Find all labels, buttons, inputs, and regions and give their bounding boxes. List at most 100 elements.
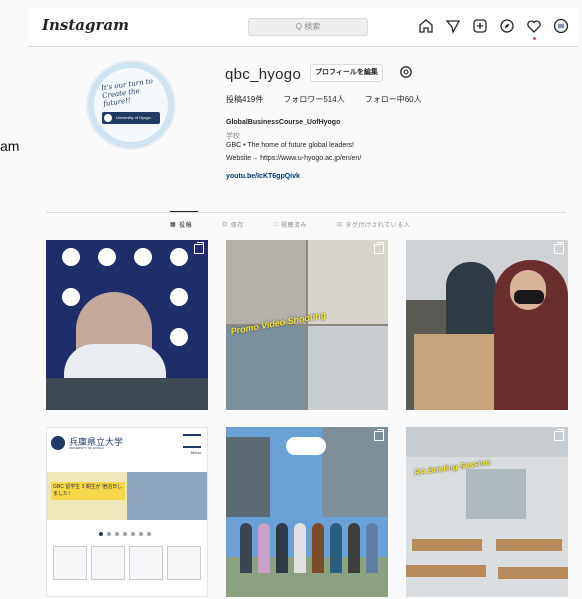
carousel-dot [123,532,127,536]
university-seal-icon [168,286,190,308]
quick-link-tile [53,546,87,580]
post-tile-ra-briefing[interactable]: RA Briefing Session [406,427,568,597]
post-tile-students[interactable] [406,240,568,410]
face-mask [514,290,544,304]
multiple-images-icon [374,429,384,441]
tab-tagged[interactable]: ⊡ タグ付けされている人 [337,220,410,229]
profile-stats: 投稿419件 フォロワー514人 フォロー中60人 [226,94,422,105]
profile-avatar[interactable]: It's our turn to Create the future!! Uni… [86,60,176,150]
side-label: am [0,138,20,154]
carousel-dots [99,532,151,536]
classroom-desk [498,567,568,579]
student-figure [312,523,324,573]
tab-watched[interactable]: □ 視聴済み [273,220,307,230]
student-figure [330,523,342,573]
tab-saved[interactable]: ⊡ 保存 [222,220,244,229]
university-seal-icon [51,436,65,450]
new-post-icon[interactable] [471,17,489,35]
instagram-logo[interactable]: Instagram [42,16,129,34]
video-bottom-bar [46,378,208,410]
cardboard-box [414,334,494,410]
university-seal-icon [60,246,82,268]
student-figure [366,523,378,573]
explore-icon[interactable] [498,17,516,35]
classroom-desk [496,539,562,551]
reels-icon: □ [273,221,278,228]
edit-profile-button[interactable]: プロフィールを編集 [310,64,383,82]
university-seal-icon [132,246,154,268]
banner-caption: GBC 留学生 3 期生が 宿泊日しました！ [51,482,125,500]
bio-website-link[interactable]: youtu.be/IcKT6gpQivk [226,173,300,180]
bio-full-name: GlobalBusinessCourse_UofHyogo [226,119,341,126]
avatar-logo-text: University of Hyogo [116,115,151,120]
tab-saved-label: 保存 [230,223,244,229]
university-subtitle: UNIVERSITY OF HYOGO [69,446,104,450]
carousel-dot [99,532,103,536]
student-figure [446,262,496,342]
top-navigation-bar: Instagram Q 検索 [28,8,578,47]
settings-gear-icon[interactable] [399,65,413,79]
profile-icon[interactable] [552,17,570,35]
bio-line-2: Website→ https://www.u-hyogo.ac.jp/en/en… [226,155,362,162]
quick-link-tile [129,546,163,580]
student-figure [276,523,288,573]
speaker-shirt [64,344,166,378]
tab-tagged-label: タグ付けされている人 [345,223,411,229]
collage-photo [226,240,306,324]
post-tile-promo-video[interactable]: Promo Video Shooting [226,240,388,410]
student-figure [348,523,360,573]
university-seal-icon [60,286,82,308]
heart-icon[interactable] [525,17,543,35]
carousel-dot [115,532,119,536]
post-tile-video-call[interactable] [46,240,208,410]
tag-icon: ⊡ [336,222,343,228]
posts-count: 投稿419件 [226,95,264,104]
bio-line-1: GBC • The home of future global leaders! [226,142,355,149]
multiple-images-icon [554,429,564,441]
post-tile-group-photo[interactable] [226,427,388,597]
profile-username: qbc_hyogo [225,66,302,83]
direct-icon[interactable] [444,17,462,35]
bookmark-icon: ⊡ [222,222,228,228]
classroom-desk [412,539,482,551]
university-seal-icon [168,246,190,268]
multiple-images-icon [554,242,564,254]
classroom-desk [406,565,486,577]
avatar-university-logo: University of Hyogo [102,112,160,124]
profile-tabs: ▦ 投稿 ⊡ 保存 □ 視聴済み ⊡ タグ付けされている人 [170,220,410,230]
tab-watched-label: 視聴済み [280,223,307,229]
tab-posts-label: 投稿 [179,223,193,229]
search-input[interactable]: Q 検索 [248,18,368,36]
carousel-dot [147,532,151,536]
collage-photo [226,326,306,410]
tab-posts[interactable]: ▦ 投稿 [170,220,192,229]
collage-photo [308,326,388,410]
followers-count[interactable]: フォロワー514人 [283,94,344,105]
following-count[interactable]: フォロー中60人 [365,94,422,105]
university-seal-icon [96,246,118,268]
student-figure [258,523,270,573]
classroom-ceiling [406,427,568,457]
student-figure [294,523,306,573]
multiple-images-icon [374,242,384,254]
university-seal-icon [168,326,190,348]
notification-dot [533,37,536,40]
bio-category: 学校 [226,133,240,140]
university-seal-icon [104,114,112,122]
quick-link-tile [167,546,201,580]
classroom-window [466,469,526,519]
banner-photo [127,472,207,520]
carousel-dot [107,532,111,536]
menu-label: Menu [190,450,201,455]
grid-icon: ▦ [170,222,177,228]
cloud [286,437,326,455]
home-icon[interactable] [417,17,435,35]
tabs-divider [46,212,566,213]
posts-grid: Promo Video Shooting 兵庫県立大学 UNIVERSITY O… [46,240,568,599]
nav-icons [417,17,570,35]
carousel-dot [131,532,135,536]
student-figure [240,523,252,573]
tab-active-indicator [170,211,198,212]
carousel-dot [139,532,143,536]
post-tile-website[interactable]: 兵庫県立大学 UNIVERSITY OF HYOGO Menu GBC 留学生 … [46,427,208,597]
